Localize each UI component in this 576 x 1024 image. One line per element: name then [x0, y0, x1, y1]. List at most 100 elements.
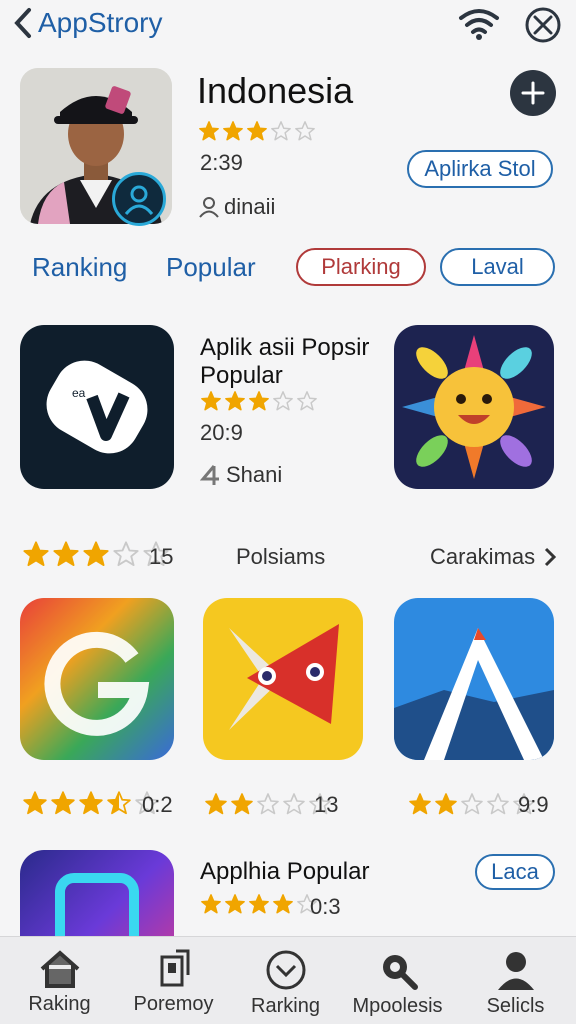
featured-title-line2: Popular — [200, 362, 283, 389]
tab-ranking[interactable]: Ranking — [32, 252, 127, 283]
star-icon — [107, 791, 131, 815]
nav-item-2[interactable]: Poremoy — [116, 937, 231, 1024]
star-icon — [53, 541, 79, 567]
star-icon — [199, 121, 219, 141]
tab-pill-plarking[interactable]: Plarking — [296, 248, 426, 286]
featured-time: 20:9 — [200, 420, 243, 445]
last-title: Applhia Popular — [200, 858, 370, 885]
grid-rating-1 — [22, 790, 160, 816]
v-logo-icon: ea — [46, 360, 148, 454]
row-middle-label: Polsiams — [236, 544, 326, 569]
star-icon — [435, 793, 457, 815]
star-icon — [79, 791, 103, 815]
sun-face-icon — [402, 335, 546, 479]
g-logo-icon — [44, 631, 150, 736]
tab-pill-laval[interactable]: Laval — [440, 248, 555, 286]
star-icon — [231, 793, 253, 815]
mountain-icon — [394, 628, 554, 760]
search-icon — [382, 955, 418, 990]
last-rating — [200, 893, 318, 915]
star-icon — [247, 121, 267, 141]
arrow-character-icon — [229, 624, 339, 730]
nav-label-4: Mpoolesis — [352, 995, 443, 1017]
profile-time: 2:39 — [200, 150, 243, 175]
grid-rating-3 — [408, 792, 536, 816]
profile-action-button[interactable]: Aplirka Stol — [407, 150, 553, 188]
star-icon — [249, 894, 269, 914]
plus-icon — [521, 81, 545, 105]
star-icon — [223, 121, 243, 141]
nav-item-4[interactable]: Mpoolesis — [340, 937, 455, 1024]
last-value: 0:3 — [310, 894, 341, 919]
star-icon — [297, 391, 317, 411]
back-label: AppStrory — [38, 7, 163, 38]
star-icon — [249, 391, 269, 411]
profile-name: Indonesia — [197, 70, 354, 111]
tab-popular[interactable]: Popular — [166, 252, 256, 283]
row-rating — [22, 540, 170, 568]
chevron-right-icon — [545, 547, 557, 567]
add-button[interactable] — [510, 70, 556, 116]
star-icon — [295, 121, 315, 141]
nav-label-2: Poremoy — [133, 993, 214, 1015]
star-icon — [23, 541, 49, 567]
nav-label-3: Rarking — [251, 995, 320, 1017]
wifi-icon — [459, 9, 499, 40]
four-icon — [200, 465, 219, 485]
person-icon — [124, 185, 154, 215]
star-icon — [409, 793, 431, 815]
star-icon — [113, 541, 139, 567]
star-icon — [283, 793, 305, 815]
star-icon — [205, 793, 227, 815]
star-icon — [83, 541, 109, 567]
grid-value-2: 13 — [314, 792, 339, 817]
star-icon — [271, 121, 291, 141]
nav-item-5[interactable]: Selicls — [458, 937, 573, 1024]
app-icon-mountain[interactable] — [394, 598, 554, 760]
top-bar: AppStrory — [0, 0, 576, 52]
grid-rating-2 — [204, 792, 332, 816]
see-all-label: Carakimas — [430, 544, 536, 569]
star-icon — [257, 793, 279, 815]
featured-user-label: Shani — [226, 462, 283, 487]
see-all-link[interactable]: Carakimas — [430, 544, 557, 570]
star-icon — [23, 791, 47, 815]
home-icon — [40, 950, 79, 988]
chevron-circle-icon — [266, 950, 305, 990]
svg-text:ea: ea — [72, 386, 86, 400]
featured-title-line1: Aplik asii Popsir — [200, 334, 370, 361]
profile-user-label: dinaii — [224, 194, 276, 219]
profile-badge[interactable] — [112, 172, 166, 226]
row-rating-count: 15 — [149, 544, 174, 569]
featured-user: Shani — [200, 462, 282, 488]
grid-value-3: 9:9 — [518, 792, 549, 817]
grid-value-1: 0:2 — [142, 792, 173, 817]
profile-rating — [198, 120, 316, 142]
star-icon — [487, 793, 509, 815]
person-icon — [497, 952, 534, 990]
nav-label-1: Raking — [28, 993, 91, 1015]
clipboard-icon — [160, 949, 189, 987]
nav-label-5: Selicls — [486, 995, 545, 1017]
nav-item-3[interactable]: Rarking — [228, 937, 343, 1024]
star-icon — [461, 793, 483, 815]
chevron-left-icon — [14, 8, 31, 38]
last-action-button[interactable]: Laca — [475, 854, 555, 890]
app-icon-g[interactable] — [20, 598, 174, 760]
star-icon — [225, 391, 245, 411]
app-icon-arrow[interactable] — [203, 598, 363, 760]
star-icon — [201, 391, 221, 411]
user-icon — [199, 197, 219, 218]
app-icon-v[interactable]: ea — [20, 325, 174, 489]
star-icon — [51, 791, 75, 815]
featured-rating — [200, 390, 318, 412]
star-icon — [201, 894, 221, 914]
app-icon-sun[interactable] — [394, 325, 554, 489]
star-icon — [273, 894, 293, 914]
profile-user: dinaii — [198, 194, 275, 220]
back-button[interactable]: AppStrory — [12, 6, 163, 40]
star-icon — [273, 391, 293, 411]
star-icon — [225, 894, 245, 914]
close-icon[interactable] — [524, 6, 562, 44]
nav-item-1[interactable]: Raking — [2, 937, 117, 1024]
